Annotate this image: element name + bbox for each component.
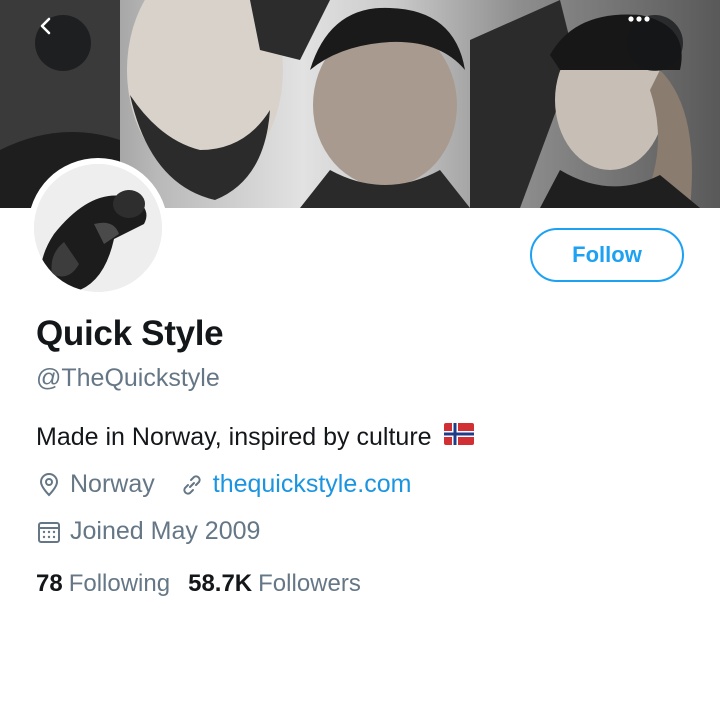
following-count: 78 <box>36 570 63 597</box>
display-name: Quick Style <box>36 314 224 353</box>
back-button[interactable] <box>35 15 91 71</box>
follow-stats: 78 Following 58.7K Followers <box>36 570 379 598</box>
followers-label: Followers <box>258 570 361 597</box>
follow-button[interactable]: Follow <box>530 228 684 282</box>
followers-stat[interactable]: 58.7K Followers <box>188 570 361 598</box>
profile-meta-row: Norway thequickstyle.com <box>36 470 411 499</box>
user-handle: @TheQuickstyle <box>36 364 220 392</box>
ellipsis-icon <box>628 16 650 22</box>
more-options-button[interactable] <box>627 15 683 71</box>
website-link[interactable]: thequickstyle.com <box>213 470 412 499</box>
profile-joined-row: Joined May 2009 <box>36 517 260 546</box>
link-icon <box>179 472 205 498</box>
following-stat[interactable]: 78 Following <box>36 570 170 598</box>
avatar-image <box>34 164 162 292</box>
following-label: Following <box>68 570 171 597</box>
chevron-left-icon <box>40 17 51 35</box>
location-pin-icon <box>36 472 62 498</box>
bio-text: Made in Norway, inspired by culture <box>36 423 432 451</box>
joined-date: Joined May 2009 <box>70 517 261 545</box>
followers-count: 58.7K <box>188 570 253 597</box>
bio: Made in Norway, inspired by culture <box>36 423 474 452</box>
calendar-icon <box>36 519 62 545</box>
avatar[interactable] <box>28 158 168 298</box>
location-text: Norway <box>70 470 155 498</box>
norway-flag-icon <box>443 423 474 452</box>
